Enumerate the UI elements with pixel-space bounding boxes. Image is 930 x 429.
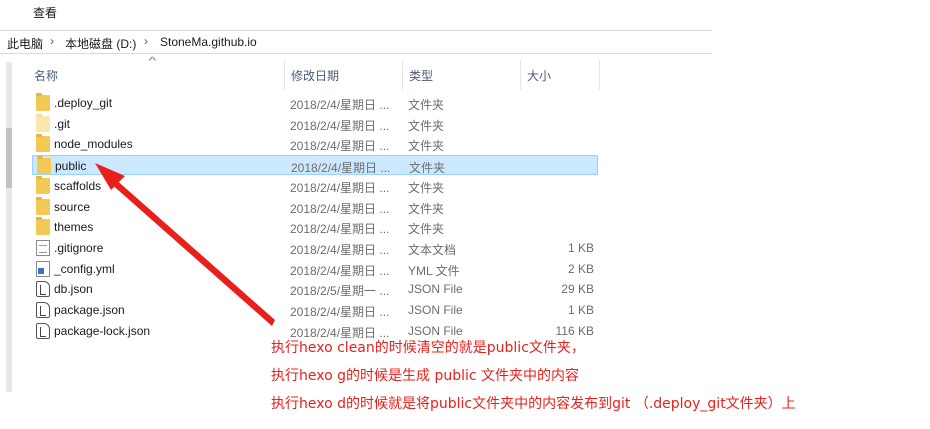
file-row[interactable]: node_modules 2018/2/4/星期日 ... 文件夹 bbox=[32, 134, 598, 154]
file-row[interactable]: _config.yml 2018/2/4/星期日 ... YML 文件 2 KB bbox=[32, 259, 598, 279]
yml-file-icon bbox=[36, 260, 50, 277]
file-row[interactable]: .gitignore 2018/2/4/星期日 ... 文本文档 1 KB bbox=[32, 238, 598, 258]
file-date: 2018/2/4/星期日 ... bbox=[290, 242, 390, 257]
annotation-line-deploy: 执行hexo d的时候就是将public文件夹中的内容发布到git （.depl… bbox=[271, 396, 796, 412]
file-size: 29 KB bbox=[561, 282, 594, 297]
file-type: 文件夹 bbox=[408, 201, 445, 216]
folder-icon bbox=[36, 196, 50, 215]
json-file-icon bbox=[36, 322, 50, 339]
file-name: package-lock.json bbox=[54, 323, 151, 338]
annotation-line-clean: 执行hexo clean的时候清空的就是public文件夹， bbox=[271, 340, 585, 356]
breadcrumb-this-pc[interactable]: 此电脑 bbox=[7, 35, 43, 52]
file-name: _config.yml bbox=[54, 261, 115, 276]
file-name: .deploy_git bbox=[54, 96, 113, 110]
folder-icon-faded bbox=[36, 113, 50, 132]
json-file-icon bbox=[36, 302, 50, 318]
text-document-icon bbox=[36, 239, 50, 256]
navigation-pane-scrollbar[interactable] bbox=[6, 62, 12, 392]
file-size: 1 KB bbox=[567, 240, 594, 255]
file-row[interactable]: source 2018/2/4/星期日 ... 文件夹 bbox=[32, 196, 598, 217]
file-name: db.json bbox=[54, 282, 93, 297]
address-bar[interactable]: 此电脑 › 本地磁盘 (D:) › StoneMa.github.io bbox=[0, 30, 712, 54]
json-file-icon bbox=[36, 281, 50, 298]
breadcrumb-folder[interactable]: StoneMa.github.io bbox=[160, 35, 257, 49]
tab-view[interactable]: 查看 bbox=[33, 4, 57, 21]
column-name[interactable]: 名称 bbox=[28, 60, 285, 90]
annotation-line-generate: 执行hexo g的时候是生成 public 文件夹中的内容 bbox=[271, 368, 580, 384]
folder-icon bbox=[37, 156, 51, 175]
file-date: 2018/2/4/星期日 ... bbox=[290, 305, 390, 319]
file-row[interactable]: scaffolds 2018/2/4/星期日 ... 文件夹 bbox=[32, 175, 598, 196]
file-date: 2018/2/4/星期日 ... bbox=[290, 139, 390, 154]
folder-icon bbox=[36, 134, 50, 153]
file-date: 2018/2/4/星期日 ... bbox=[290, 118, 390, 133]
file-name: themes bbox=[54, 220, 94, 235]
file-date: 2018/2/4/星期日 ... bbox=[290, 222, 390, 237]
ribbon: 查看 bbox=[0, 0, 930, 26]
file-row[interactable]: .deploy_git 2018/2/4/星期日 ... 文件夹 bbox=[32, 93, 598, 113]
file-size: 1 KB bbox=[567, 303, 594, 317]
file-name: public bbox=[55, 159, 87, 174]
folder-icon bbox=[36, 175, 50, 194]
file-date: 2018/2/4/星期日 ... bbox=[290, 201, 390, 216]
folder-icon bbox=[36, 93, 50, 111]
file-type: 文件夹 bbox=[408, 118, 445, 133]
file-name: package.json bbox=[54, 303, 125, 317]
file-name: .git bbox=[54, 116, 71, 131]
file-size: 116 KB bbox=[555, 323, 594, 338]
file-size: 2 KB bbox=[567, 261, 594, 276]
file-type: 文件夹 bbox=[408, 139, 445, 154]
file-type: JSON File bbox=[408, 323, 463, 338]
file-type: 文件夹 bbox=[408, 180, 445, 195]
column-type[interactable]: 类型 bbox=[403, 60, 521, 90]
file-name: .gitignore bbox=[54, 240, 104, 255]
file-row[interactable]: themes 2018/2/4/星期日 ... 文件夹 bbox=[32, 217, 598, 237]
file-type: JSON File bbox=[408, 282, 463, 297]
scrollbar-thumb[interactable] bbox=[6, 128, 12, 188]
folder-icon bbox=[36, 217, 50, 236]
file-row[interactable]: .git 2018/2/4/星期日 ... 文件夹 bbox=[32, 113, 598, 134]
file-row[interactable]: package.json 2018/2/4/星期日 ... JSON File 1 K… bbox=[32, 300, 598, 320]
chevron-right-icon: › bbox=[50, 34, 54, 48]
file-date: 2018/2/4/星期日 ... bbox=[290, 263, 390, 278]
file-date: 2018/2/5/星期一 ... bbox=[290, 284, 390, 299]
file-type: 文件夹 bbox=[408, 98, 445, 112]
file-type: JSON File bbox=[408, 303, 463, 317]
breadcrumb-local-disk[interactable]: 本地磁盘 (D:) bbox=[65, 35, 136, 52]
column-date[interactable]: 修改日期 bbox=[285, 60, 403, 90]
file-type: 文件夹 bbox=[409, 161, 446, 176]
file-date: 2018/2/4/星期日 ... bbox=[291, 161, 391, 176]
chevron-right-icon: › bbox=[144, 34, 148, 48]
file-row[interactable]: public 2018/2/4/星期日 ... 文件夹 bbox=[32, 155, 598, 176]
file-date: 2018/2/4/星期日 ... bbox=[290, 180, 390, 195]
file-type: 文本文档 bbox=[408, 242, 457, 257]
file-name: source bbox=[54, 199, 91, 214]
file-type: YML 文件 bbox=[408, 263, 460, 278]
file-name: node_modules bbox=[54, 137, 133, 152]
file-type: 文件夹 bbox=[408, 222, 445, 237]
column-size[interactable]: 大小 bbox=[521, 60, 600, 90]
file-date: 2018/2/4/星期日 ... bbox=[290, 98, 390, 112]
file-name: scaffolds bbox=[54, 178, 102, 193]
file-row[interactable]: db.json 2018/2/5/星期一 ... JSON File 29 KB bbox=[32, 279, 598, 299]
column-header: 名称 修改日期 类型 大小 bbox=[0, 60, 712, 90]
